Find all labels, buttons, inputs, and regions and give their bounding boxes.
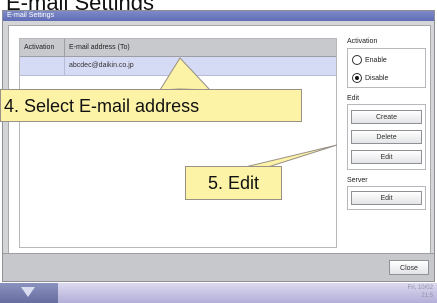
callout-edit: 5. Edit [185,166,282,200]
callout-edit-pointer [244,144,338,168]
callout-select-email: 4. Select E-mail address [0,89,302,122]
callout-select-pointer [159,57,212,91]
callout-pointers [159,57,338,168]
